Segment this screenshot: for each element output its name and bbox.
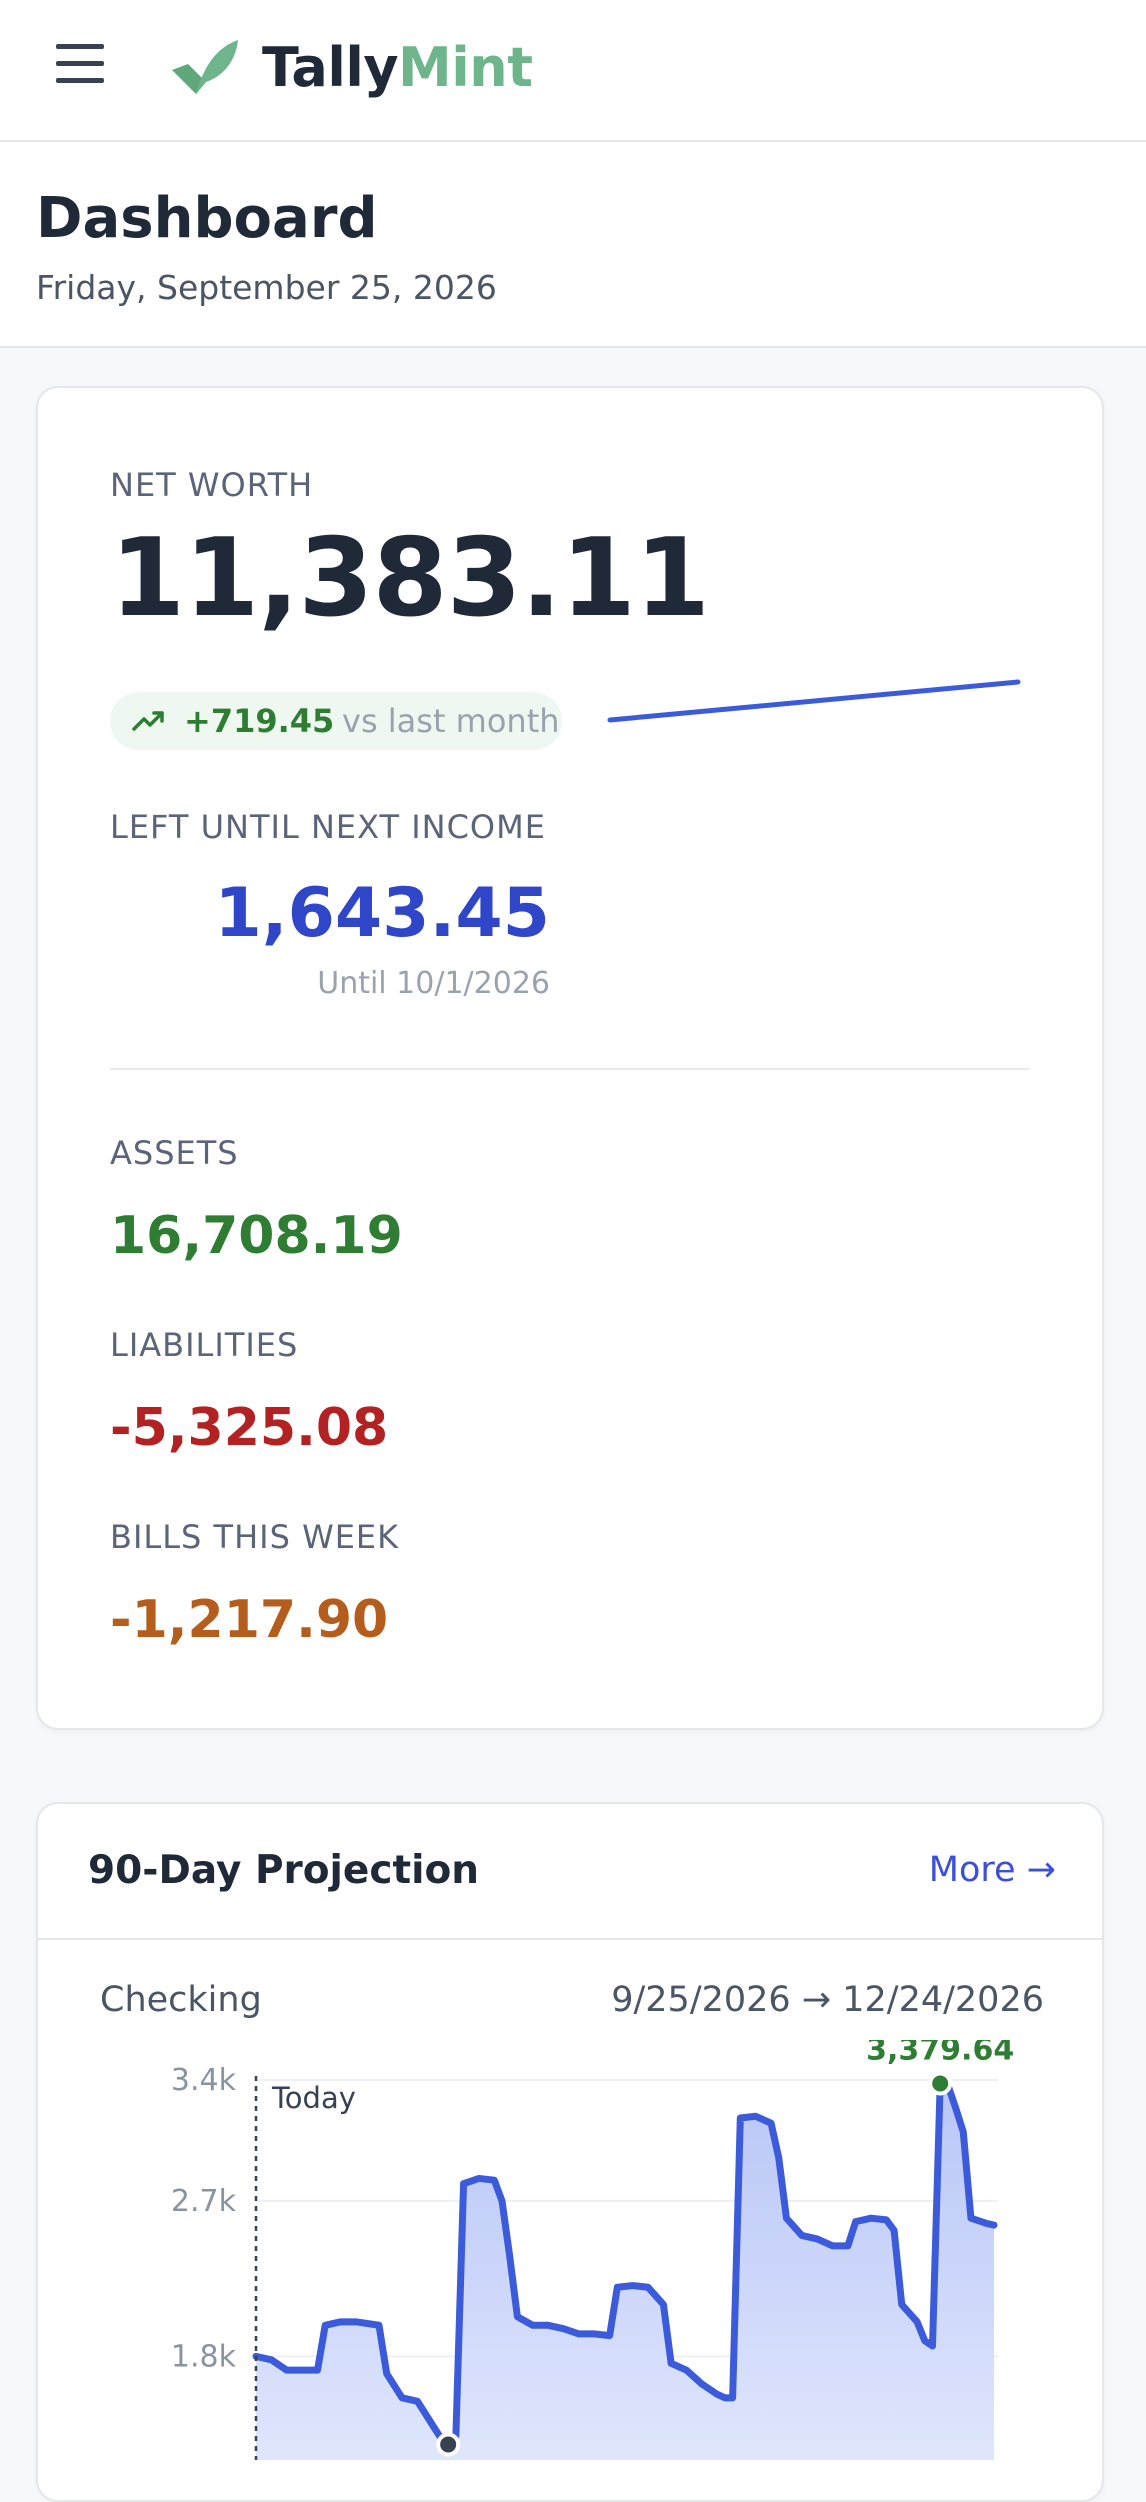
y-tick-label: 3.4k	[171, 2063, 237, 2098]
net-worth-delta-badge: +719.45 vs last month	[110, 692, 562, 750]
top-bar: TallyMint	[0, 0, 1146, 142]
trend-up-icon	[132, 711, 164, 731]
bills-this-week-value: -1,217.90	[110, 1590, 389, 1650]
brand-name-part1: Tally	[262, 36, 399, 99]
y-tick-label: 2.7k	[171, 2184, 237, 2219]
checking-area	[256, 2083, 994, 2460]
peak-point-marker	[928, 2071, 953, 2096]
net-worth-sparkline	[607, 679, 1021, 723]
projection-card: 90-Day Projection More → Checking 9/25/2…	[36, 1802, 1104, 2502]
bills-this-week-label: BILLS THIS WEEK	[110, 1518, 400, 1556]
page-header: Dashboard Friday, September 25, 2026	[0, 142, 1146, 348]
delta-suffix: vs last month	[342, 702, 560, 740]
left-until-income-value: 1,643.45	[214, 874, 550, 953]
lowest-point-marker	[436, 2432, 461, 2457]
divider	[110, 1068, 1030, 1070]
menu-line	[56, 44, 104, 49]
liabilities-label: LIABILITIES	[110, 1326, 299, 1364]
net-worth-value: 11,383.11	[110, 516, 710, 641]
leaf-check-icon	[172, 40, 238, 94]
left-until-income-label: LEFT UNTIL NEXT INCOME	[110, 808, 546, 846]
net-worth-label: NET WORTH	[110, 466, 314, 504]
menu-line	[56, 61, 104, 66]
assets-label: ASSETS	[110, 1134, 239, 1172]
page-date: Friday, September 25, 2026	[36, 268, 497, 307]
date-range: 9/25/2026 → 12/24/2026	[611, 1980, 1044, 2020]
more-link[interactable]: More →	[929, 1850, 1056, 1890]
projection-chart[interactable]: 1.8k 2.7k 3.4k Today 3,379.64	[38, 2040, 1102, 2460]
brand-name-part2: Mint	[398, 36, 533, 99]
peak-value-label: 3,379.64	[866, 2040, 1014, 2068]
next-income-date: Until 10/1/2026	[317, 966, 550, 1001]
hamburger-menu-button[interactable]	[56, 44, 106, 90]
menu-line	[56, 78, 104, 83]
sparkline-series	[607, 679, 1021, 723]
net-worth-card: NET WORTH 11,383.11 +719.45 vs last mont…	[36, 386, 1104, 1730]
delta-amount: +719.45	[184, 702, 335, 740]
today-label: Today	[271, 2081, 356, 2115]
account-name: Checking	[100, 1980, 262, 2020]
projection-card-header: 90-Day Projection More →	[38, 1804, 1102, 1940]
y-tick-label: 1.8k	[171, 2339, 237, 2374]
brand-logo[interactable]: TallyMint	[262, 36, 533, 99]
liabilities-value: -5,325.08	[110, 1398, 389, 1458]
assets-value: 16,708.19	[110, 1206, 403, 1266]
projection-title: 90-Day Projection	[88, 1848, 480, 1893]
page-title: Dashboard	[36, 186, 378, 251]
